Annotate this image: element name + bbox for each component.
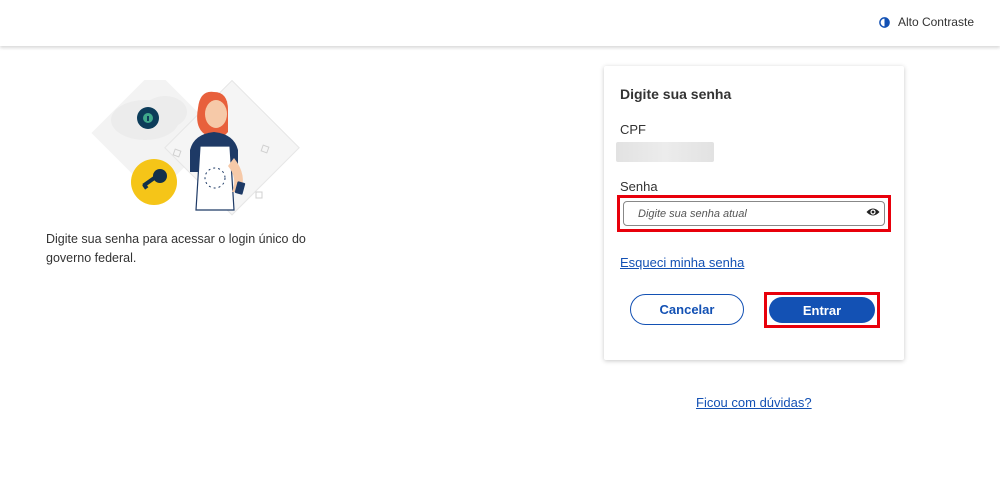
- password-field-highlight: [617, 195, 891, 232]
- cancel-button[interactable]: Cancelar: [630, 294, 744, 325]
- contrast-icon: [879, 16, 890, 28]
- password-label: Senha: [620, 179, 658, 194]
- password-input[interactable]: [623, 201, 885, 226]
- cpf-label: CPF: [620, 122, 646, 137]
- woman-with-key-illustration: [91, 80, 300, 216]
- password-card: Digite sua senha CPF Senha Esqueci minha…: [604, 66, 904, 360]
- forgot-password-link[interactable]: Esqueci minha senha: [620, 255, 744, 270]
- enter-button[interactable]: Entrar: [769, 297, 875, 323]
- card-title: Digite sua senha: [620, 86, 732, 102]
- help-link[interactable]: Ficou com dúvidas?: [696, 395, 812, 410]
- cpf-value-redacted: [616, 142, 714, 162]
- high-contrast-label: Alto Contraste: [897, 15, 974, 29]
- eye-icon[interactable]: [866, 207, 880, 217]
- login-description: Digite sua senha para acessar o login ún…: [46, 232, 306, 265]
- enter-button-highlight: Entrar: [764, 292, 880, 328]
- top-bar: Alto Contraste: [0, 0, 1000, 46]
- high-contrast-toggle[interactable]: Alto Contraste: [879, 15, 974, 29]
